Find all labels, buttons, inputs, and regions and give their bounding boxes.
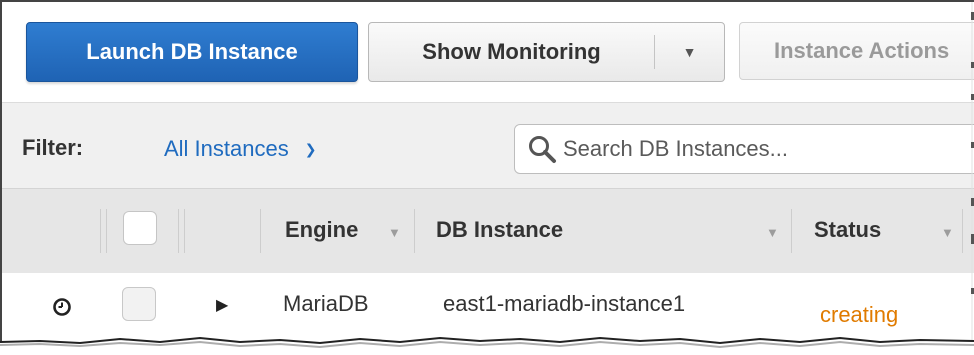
filter-value: All Instances: [164, 136, 289, 161]
expand-row-icon[interactable]: ▶: [216, 295, 228, 315]
rds-console-panel: Launch DB Instance Show Monitoring ▼ Ins…: [0, 0, 974, 344]
engine-cell: MariaDB: [283, 291, 369, 316]
launch-db-instance-button[interactable]: Launch DB Instance: [26, 22, 358, 82]
table-header: Engine ▼ DB Instance ▼ Status ▼: [2, 188, 974, 274]
instance-actions-label: Instance Actions: [774, 38, 950, 63]
column-divider: [100, 209, 101, 253]
chevron-down-icon[interactable]: ▼: [655, 44, 724, 60]
column-divider: [962, 209, 963, 253]
chevron-down-icon: ❯: [304, 140, 317, 157]
column-divider: [178, 209, 179, 253]
status-badge: creating: [820, 302, 899, 327]
filter-dropdown[interactable]: All Instances ❯: [164, 136, 316, 162]
row-checkbox[interactable]: [122, 287, 156, 321]
db-instance-header-label: DB Instance: [436, 217, 564, 242]
search-icon: [529, 136, 556, 163]
column-divider: [414, 209, 415, 253]
clock-icon: [53, 298, 71, 316]
status-header-label: Status: [814, 217, 882, 242]
launch-db-instance-label: Launch DB Instance: [86, 39, 298, 64]
column-divider: [260, 209, 261, 253]
sort-icon[interactable]: ▼: [388, 225, 401, 240]
select-all-checkbox[interactable]: [123, 211, 157, 245]
filter-bar: Filter: All Instances ❯: [2, 102, 974, 189]
torn-edge: [0, 336, 974, 355]
search-box[interactable]: [514, 124, 974, 174]
instance-actions-button[interactable]: Instance Actions: [739, 22, 974, 80]
sort-icon[interactable]: ▼: [941, 225, 954, 240]
toolbar: Launch DB Instance Show Monitoring ▼ Ins…: [2, 2, 974, 102]
table-row[interactable]: ▶ MariaDB east1-mariadb-instance1 creati…: [2, 273, 974, 344]
show-monitoring-label: Show Monitoring: [422, 39, 601, 64]
show-monitoring-button[interactable]: Show Monitoring ▼: [368, 22, 725, 82]
sort-icon[interactable]: ▼: [766, 225, 779, 240]
column-header-db-instance[interactable]: DB Instance: [436, 217, 563, 243]
column-divider: [791, 209, 792, 253]
db-instance-cell[interactable]: east1-mariadb-instance1: [443, 291, 685, 317]
column-header-engine[interactable]: Engine: [285, 217, 358, 243]
scroll-edge-marks: [971, 2, 974, 344]
search-input[interactable]: [561, 135, 965, 163]
column-header-status[interactable]: Status: [814, 217, 881, 243]
column-divider: [106, 209, 107, 253]
column-divider: [184, 209, 185, 253]
filter-label: Filter:: [22, 135, 84, 160]
engine-header-label: Engine: [285, 217, 359, 242]
